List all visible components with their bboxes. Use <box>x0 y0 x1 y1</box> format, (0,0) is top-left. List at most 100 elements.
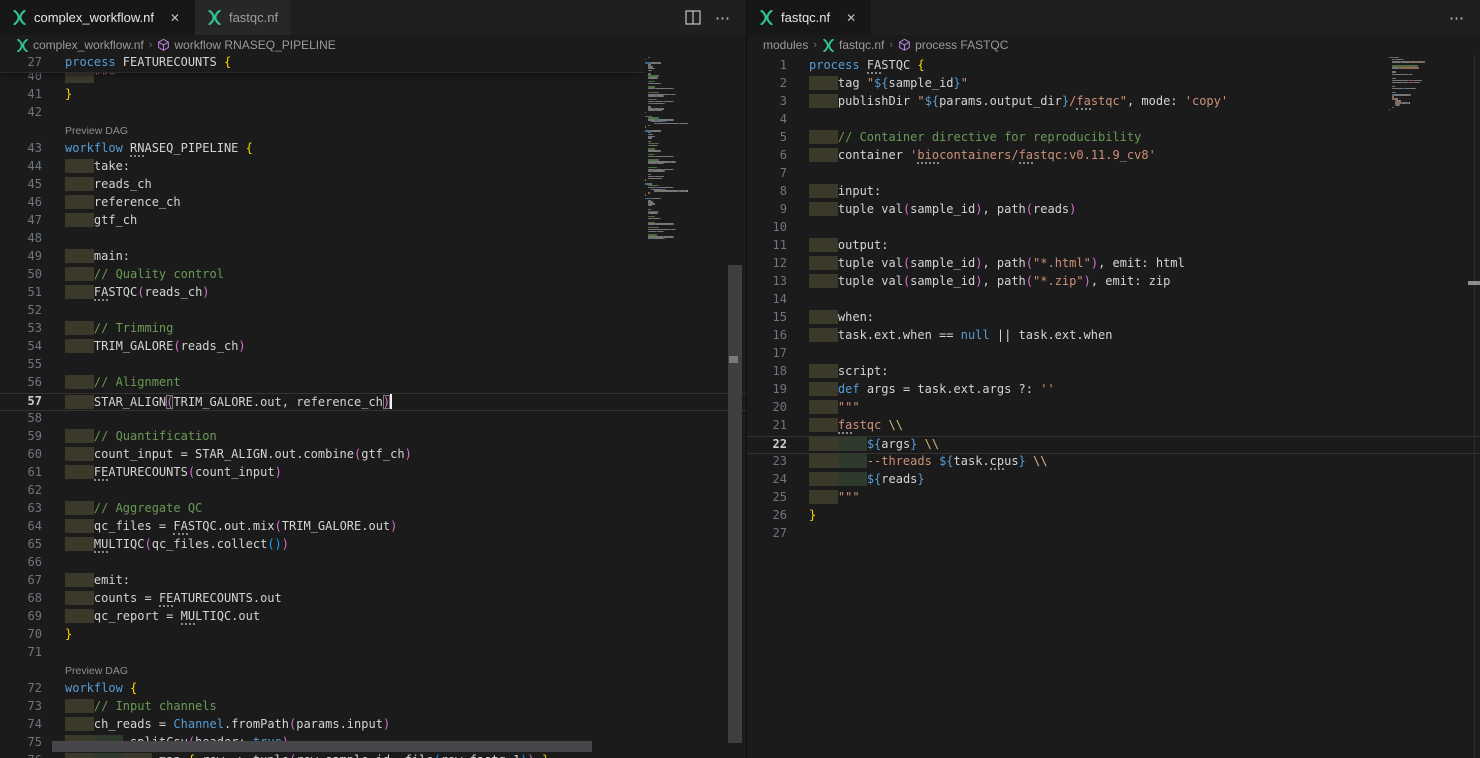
breadcrumb-separator: › <box>149 39 153 51</box>
code-line[interactable]: 16 task.ext.when == null || task.ext.whe… <box>747 328 1480 346</box>
codelens-preview-dag[interactable]: Preview DAG <box>65 123 128 141</box>
code-line[interactable]: 12 tuple val(sample_id), path("*.html"),… <box>747 256 1480 274</box>
line-number: 63 <box>0 501 65 519</box>
editor-right[interactable]: 1process FASTQC {2 tag "${sample_id}"3 p… <box>747 55 1480 758</box>
code-line[interactable]: 54 TRIM_GALORE(reads_ch) <box>0 339 746 357</box>
code-line[interactable]: 52 <box>0 303 746 321</box>
editor-left[interactable]: 40 """41}42Preview DAG43workflow RNASEQ_… <box>0 55 746 758</box>
code-line[interactable]: 55 <box>0 357 746 375</box>
code-line[interactable]: 73 // Input channels <box>0 699 746 717</box>
close-icon[interactable]: ✕ <box>843 11 859 25</box>
line-number: 60 <box>0 447 65 465</box>
code-line[interactable]: 51 FASTQC(reads_ch) <box>0 285 746 303</box>
breadcrumb-item[interactable]: fastqc.nf <box>822 38 884 52</box>
code-line[interactable]: 8 input: <box>747 184 1480 202</box>
code-line[interactable]: 50 // Quality control <box>0 267 746 285</box>
code-line[interactable]: 25 """ <box>747 490 1480 508</box>
code-line[interactable]: 9 tuple val(sample_id), path(reads) <box>747 202 1480 220</box>
code-line[interactable]: 46 reference_ch <box>0 195 746 213</box>
code-line[interactable]: 18 script: <box>747 364 1480 382</box>
code-line[interactable]: 66 <box>0 555 746 573</box>
breadcrumb-item[interactable]: process FASTQC <box>898 38 1008 52</box>
code-line[interactable]: 67 emit: <box>0 573 746 591</box>
code-line[interactable]: 68 counts = FEATURECOUNTS.out <box>0 591 746 609</box>
code-line[interactable]: 47 gtf_ch <box>0 213 746 231</box>
code-line[interactable]: 65 MULTIQC(qc_files.collect()) <box>0 537 746 555</box>
code-line[interactable]: 61 FEATURECOUNTS(count_input) <box>0 465 746 483</box>
line-number: 53 <box>0 321 65 339</box>
code-line[interactable]: 5 // Container directive for reproducibi… <box>747 130 1480 148</box>
code-line[interactable]: 22 ${args} \\ <box>747 436 1480 454</box>
code-line[interactable]: 19 def args = task.ext.args ?: '' <box>747 382 1480 400</box>
code-line[interactable]: 74 ch_reads = Channel.fromPath(params.in… <box>0 717 746 735</box>
breadcrumb-item[interactable]: complex_workflow.nf <box>16 38 144 52</box>
more-actions-icon[interactable]: ⋯ <box>1449 9 1466 27</box>
code-line[interactable]: 24 ${reads} <box>747 472 1480 490</box>
code-line[interactable]: 58 <box>0 411 746 429</box>
code-line[interactable]: 23 --threads ${task.cpus} \\ <box>747 454 1480 472</box>
code-line[interactable]: 64 qc_files = FASTQC.out.mix(TRIM_GALORE… <box>0 519 746 537</box>
code-line[interactable]: 20 """ <box>747 400 1480 418</box>
breadcrumb-item[interactable]: workflow RNASEQ_PIPELINE <box>157 38 335 52</box>
code-line[interactable]: 10 <box>747 220 1480 238</box>
code-line[interactable]: 11 output: <box>747 238 1480 256</box>
vertical-scrollbar[interactable] <box>728 265 742 743</box>
code-line[interactable]: 71 <box>0 645 746 663</box>
code-line[interactable]: 48 <box>0 231 746 249</box>
code-line[interactable]: 1process FASTQC { <box>747 58 1480 76</box>
code-line[interactable]: 59 // Quantification <box>0 429 746 447</box>
line-number: 27 <box>747 526 809 544</box>
codelens-preview-dag[interactable]: Preview DAG <box>65 663 128 681</box>
code-line[interactable]: 2 tag "${sample_id}" <box>747 76 1480 94</box>
code-line[interactable]: 57 STAR_ALIGN(TRIM_GALORE.out, reference… <box>0 393 746 411</box>
code-line[interactable]: 6 container 'biocontainers/fastqc:v0.11.… <box>747 148 1480 166</box>
code-line[interactable]: 49 main: <box>0 249 746 267</box>
sticky-scroll-line[interactable]: 27process FEATURECOUNTS { <box>0 55 645 73</box>
code-line[interactable]: 60 count_input = STAR_ALIGN.out.combine(… <box>0 447 746 465</box>
code-line[interactable]: 56 // Alignment <box>0 375 746 393</box>
minimap[interactable] <box>645 57 727 242</box>
line-number: 66 <box>0 555 65 573</box>
code-line[interactable]: 15 when: <box>747 310 1480 328</box>
code-line[interactable]: 7 <box>747 166 1480 184</box>
code-line[interactable]: 63 // Aggregate QC <box>0 501 746 519</box>
code-line[interactable]: 69 qc_report = MULTIQC.out <box>0 609 746 627</box>
horizontal-scrollbar[interactable] <box>52 741 592 752</box>
code-line[interactable]: 26} <box>747 508 1480 526</box>
code-line[interactable]: 21 fastqc \\ <box>747 418 1480 436</box>
tab-complex-workflow[interactable]: complex_workflow.nf ✕ <box>0 0 195 35</box>
tab-fastqc-right[interactable]: fastqc.nf ✕ <box>747 0 871 35</box>
code-line[interactable]: 70} <box>0 627 746 645</box>
code-line[interactable]: 42 <box>0 105 746 123</box>
line-number: 8 <box>747 184 809 202</box>
code-line[interactable]: 17 <box>747 346 1480 364</box>
line-number: 4 <box>747 112 809 130</box>
code-line[interactable]: 53 // Trimming <box>0 321 746 339</box>
split-editor-icon[interactable] <box>685 10 701 25</box>
tab-label: complex_workflow.nf <box>34 10 154 25</box>
line-number: 19 <box>747 382 809 400</box>
code-line[interactable]: 62 <box>0 483 746 501</box>
breadcrumbs-left: complex_workflow.nf › workflow RNASEQ_PIPE… <box>0 35 746 55</box>
code-line[interactable]: 76 .map { row -> tuple(row.sample_id, fi… <box>0 753 746 758</box>
minimap[interactable] <box>1389 57 1473 113</box>
code-line[interactable]: 43workflow RNASEQ_PIPELINE { <box>0 141 746 159</box>
code-line[interactable]: 41} <box>0 87 746 105</box>
code-line[interactable]: 3 publishDir "${params.output_dir}/fastq… <box>747 94 1480 112</box>
breadcrumb-item[interactable]: modules <box>763 38 808 52</box>
more-actions-icon[interactable]: ⋯ <box>715 9 732 27</box>
text-cursor <box>390 394 392 409</box>
code-line[interactable]: 45 reads_ch <box>0 177 746 195</box>
code-line[interactable]: 4 <box>747 112 1480 130</box>
line-number: 68 <box>0 591 65 609</box>
close-icon[interactable]: ✕ <box>167 11 183 25</box>
code-line[interactable]: 13 tuple val(sample_id), path("*.zip"), … <box>747 274 1480 292</box>
code-line[interactable]: 72workflow { <box>0 681 746 699</box>
nextflow-file-icon <box>12 10 27 25</box>
code-line[interactable]: 44 take: <box>0 159 746 177</box>
tab-fastqc-left[interactable]: fastqc.nf <box>195 0 290 35</box>
line-number: 7 <box>747 166 809 184</box>
code-line[interactable]: 27 <box>747 526 1480 544</box>
line-number: 18 <box>747 364 809 382</box>
code-line[interactable]: 14 <box>747 292 1480 310</box>
